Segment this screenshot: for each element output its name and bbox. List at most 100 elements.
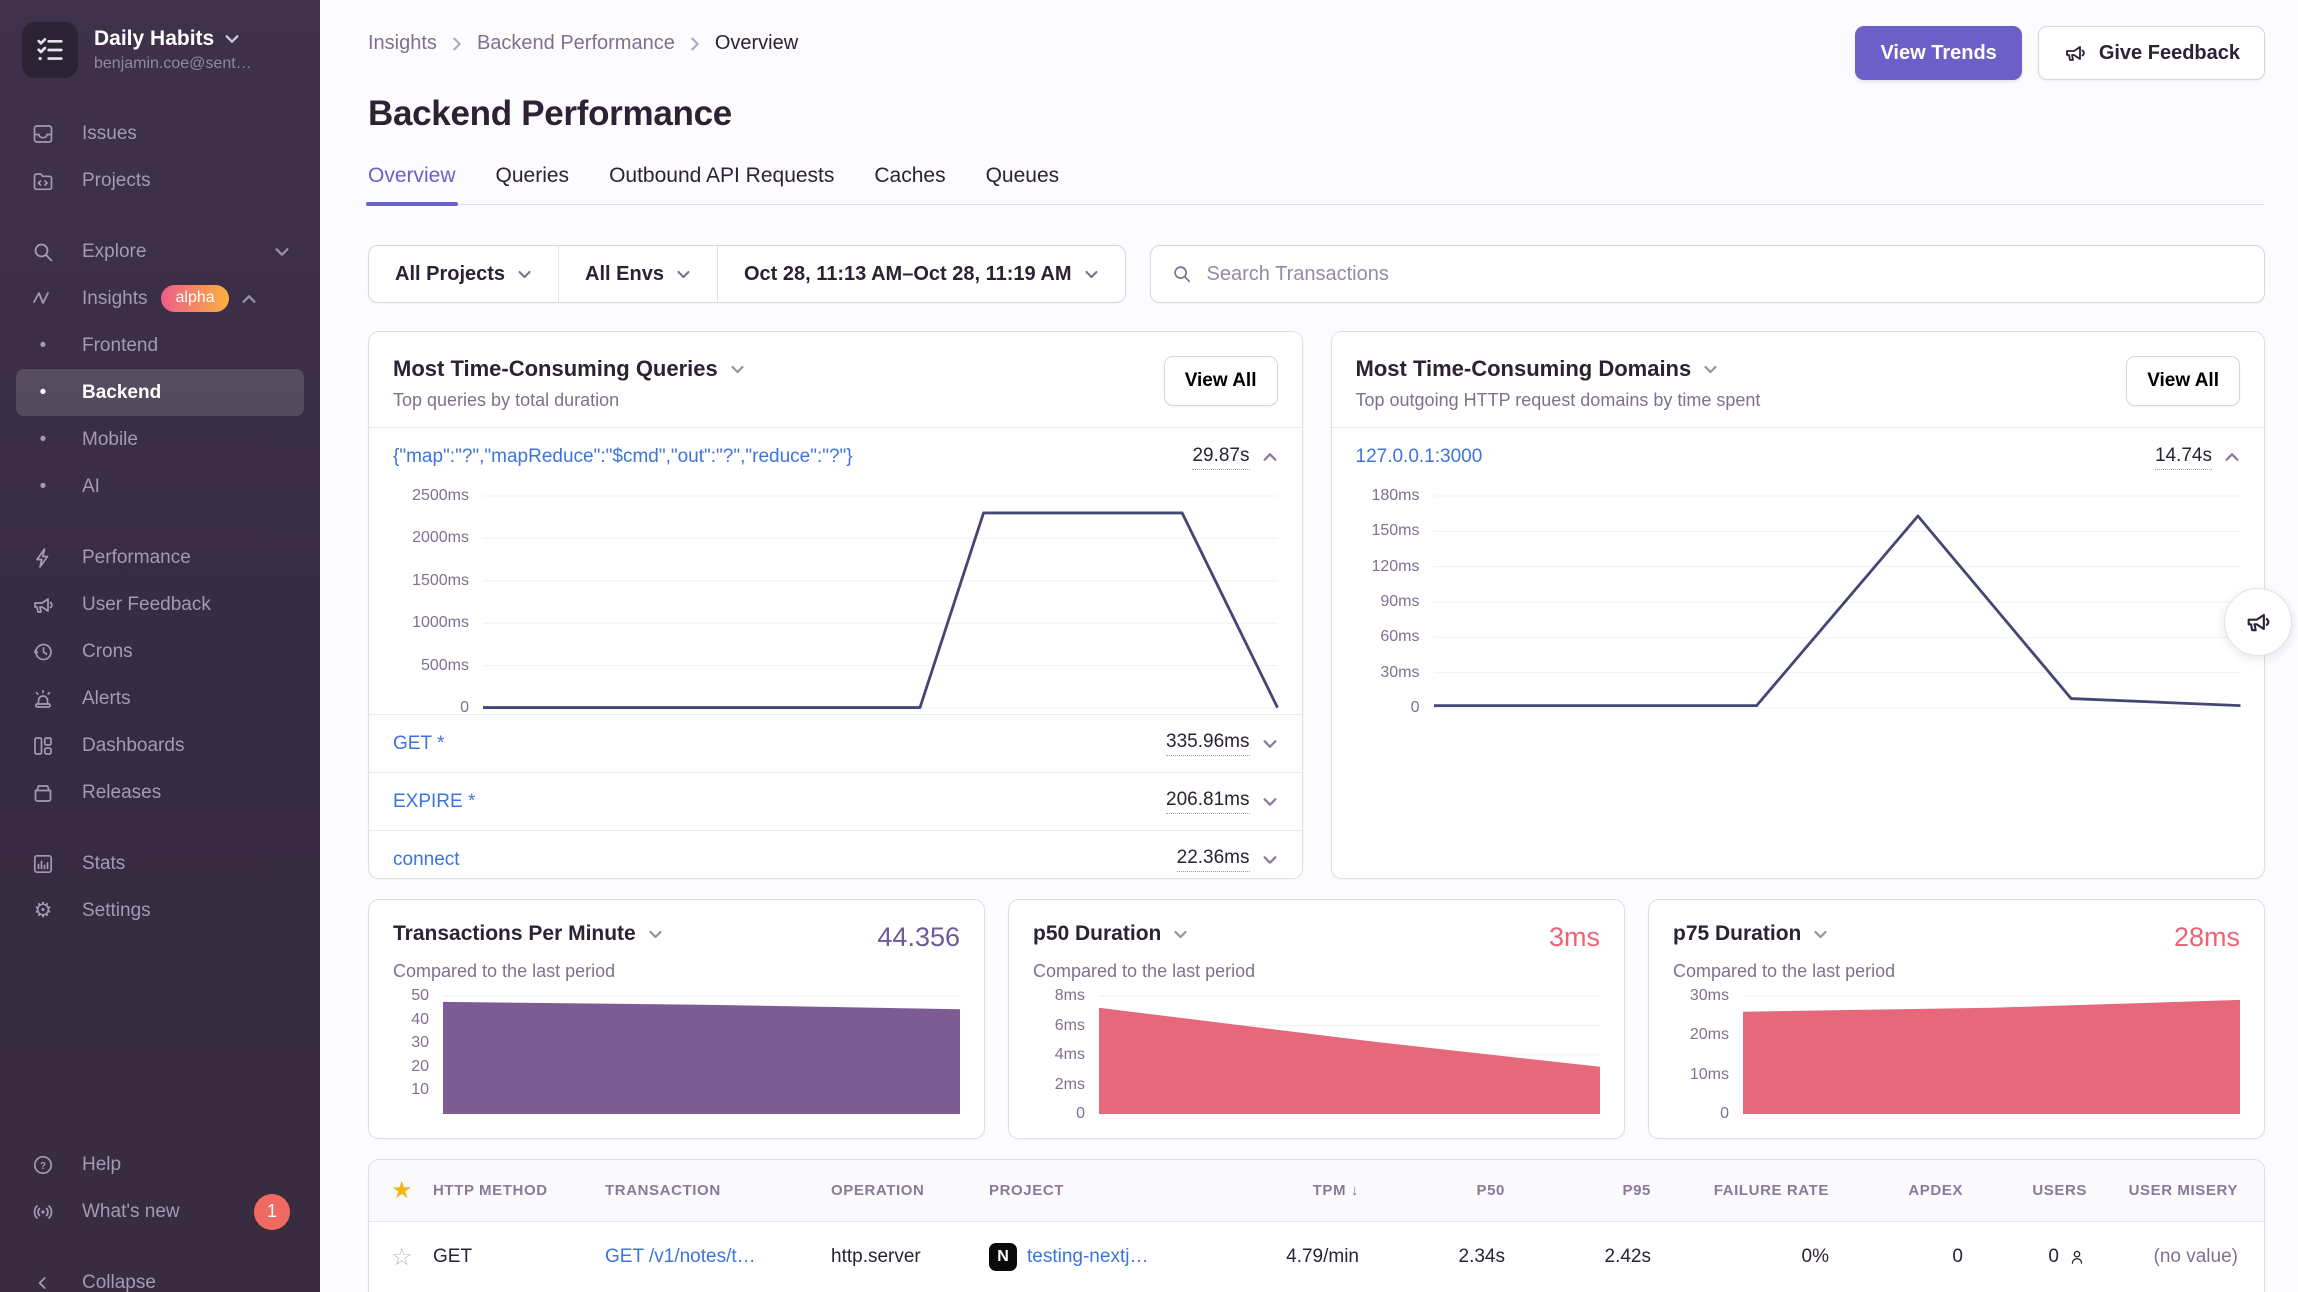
- sidebar-item-whats-new[interactable]: What's new 1: [16, 1188, 304, 1235]
- sidebar-item-label: Dashboards: [82, 735, 184, 757]
- tab-queues[interactable]: Queues: [986, 164, 1060, 204]
- cell-users: 0: [1973, 1246, 2097, 1268]
- org-logo-icon: [22, 22, 78, 78]
- lightning-icon: [30, 546, 56, 570]
- sidebar-item-label: Insights: [82, 288, 147, 310]
- help-icon: ?: [30, 1153, 56, 1177]
- sidebar-item-releases[interactable]: Releases: [16, 769, 304, 816]
- column-header-apdex[interactable]: APDEX: [1839, 1182, 1973, 1199]
- sidebar-item-projects[interactable]: Projects: [16, 157, 304, 204]
- search-icon: [1171, 263, 1193, 285]
- bullet-icon: •: [30, 336, 56, 355]
- org-email: benjamin.coe@sent…: [94, 55, 252, 73]
- breadcrumb-backend-performance[interactable]: Backend Performance: [477, 32, 675, 55]
- tab-caches[interactable]: Caches: [874, 164, 945, 204]
- tab-queries[interactable]: Queries: [496, 164, 570, 204]
- cell-transaction-link[interactable]: GET /v1/notes/t…: [605, 1246, 831, 1268]
- star-column-header-icon[interactable]: ★: [369, 1176, 433, 1205]
- sidebar-item-explore[interactable]: Explore: [16, 228, 304, 275]
- org-switcher[interactable]: Daily Habits benjamin.coe@sent…: [0, 0, 320, 88]
- query-rows: GET * 335.96ms EXPIRE * 206.81ms connect…: [369, 714, 1302, 879]
- search-transactions-input[interactable]: [1207, 263, 2244, 286]
- sidebar-item-user-feedback[interactable]: User Feedback: [16, 581, 304, 628]
- sidebar-item-dashboards[interactable]: Dashboards: [16, 722, 304, 769]
- sidebar-item-label: What's new: [82, 1201, 180, 1223]
- column-header-project[interactable]: PROJECT: [989, 1182, 1219, 1199]
- domain-link[interactable]: 127.0.0.1:3000: [1356, 446, 1483, 468]
- feedback-fab-button[interactable]: [2224, 588, 2292, 656]
- column-header-p95[interactable]: P95: [1515, 1182, 1661, 1199]
- view-all-queries-button[interactable]: View All: [1164, 356, 1278, 406]
- stat-subtitle: Compared to the last period: [1033, 961, 1600, 982]
- sidebar-item-performance[interactable]: Performance: [16, 534, 304, 581]
- sidebar-item-stats[interactable]: Stats: [16, 840, 304, 887]
- query-link[interactable]: connect: [393, 849, 460, 871]
- chevron-up-icon[interactable]: [1262, 449, 1278, 465]
- chevron-down-icon[interactable]: [1813, 927, 1828, 942]
- query-total-time: 22.36ms: [1177, 847, 1250, 872]
- sidebar-item-label: Projects: [82, 170, 151, 192]
- star-toggle-icon[interactable]: ☆: [369, 1243, 433, 1272]
- bar-chart-icon: [30, 852, 56, 876]
- org-meta: Daily Habits benjamin.coe@sent…: [94, 27, 252, 73]
- sidebar: Daily Habits benjamin.coe@sent… Issues P…: [0, 0, 320, 1292]
- column-header-user-misery[interactable]: USER MISERY: [2097, 1182, 2264, 1199]
- sidebar-collapse-button[interactable]: Collapse: [16, 1259, 304, 1292]
- date-range-filter[interactable]: Oct 28, 11:13 AM–Oct 28, 11:19 AM: [717, 246, 1125, 302]
- view-trends-button[interactable]: View Trends: [1855, 26, 2021, 80]
- nav-gap: [16, 1235, 304, 1259]
- column-header-failure-rate[interactable]: FAILURE RATE: [1661, 1182, 1839, 1199]
- chevron-down-icon[interactable]: [648, 927, 663, 942]
- column-header-operation[interactable]: OPERATION: [831, 1182, 989, 1199]
- app-root: Daily Habits benjamin.coe@sent… Issues P…: [0, 0, 2298, 1292]
- sidebar-item-help[interactable]: ? Help: [16, 1141, 304, 1188]
- chevron-up-icon[interactable]: [2224, 449, 2240, 465]
- sidebar-item-ai[interactable]: • AI: [16, 463, 304, 510]
- chevron-down-icon[interactable]: [1262, 736, 1278, 752]
- sidebar-item-label: Alerts: [82, 688, 131, 710]
- sidebar-item-alerts[interactable]: Alerts: [16, 675, 304, 722]
- sidebar-item-insights[interactable]: Insights alpha: [16, 275, 304, 322]
- project-filter[interactable]: All Projects: [369, 246, 558, 302]
- alpha-badge: alpha: [161, 285, 228, 312]
- column-header-transaction[interactable]: TRANSACTION: [605, 1182, 831, 1199]
- tab-overview[interactable]: Overview: [368, 164, 456, 204]
- query-link[interactable]: GET *: [393, 733, 444, 755]
- chevron-down-icon[interactable]: [1262, 852, 1278, 868]
- page-title: Backend Performance: [368, 94, 2265, 134]
- chevron-down-icon[interactable]: [1262, 794, 1278, 810]
- cell-p95: 2.42s: [1515, 1246, 1661, 1268]
- column-header-users[interactable]: USERS: [1973, 1182, 2097, 1199]
- query-total-time: 206.81ms: [1166, 789, 1249, 814]
- broadcast-icon: [30, 1200, 56, 1224]
- issues-icon: [30, 122, 56, 146]
- query-link[interactable]: EXPIRE *: [393, 791, 475, 813]
- insights-icon: [30, 287, 56, 311]
- sidebar-item-mobile[interactable]: • Mobile: [16, 416, 304, 463]
- chevron-down-icon: [274, 244, 290, 260]
- column-header-p50[interactable]: P50: [1369, 1182, 1515, 1199]
- chevron-down-icon[interactable]: [730, 362, 745, 377]
- sidebar-item-issues[interactable]: Issues: [16, 110, 304, 157]
- cell-http-method: GET: [433, 1246, 605, 1268]
- view-all-domains-button[interactable]: View All: [2126, 356, 2240, 406]
- column-header-tpm[interactable]: TPM ↓: [1219, 1182, 1369, 1199]
- project-link[interactable]: testing-nextj…: [1027, 1246, 1148, 1268]
- p50-area-chart: 8ms6ms4ms2ms0: [1033, 996, 1600, 1114]
- chevron-down-icon[interactable]: [1703, 362, 1718, 377]
- siren-icon: [30, 687, 56, 711]
- column-header-http-method[interactable]: HTTP METHOD: [433, 1182, 605, 1199]
- give-feedback-button[interactable]: Give Feedback: [2038, 26, 2265, 80]
- sidebar-item-settings[interactable]: ⚙ Settings: [16, 887, 304, 934]
- users-count: 0: [2048, 1246, 2059, 1268]
- sidebar-item-frontend[interactable]: • Frontend: [16, 322, 304, 369]
- chevron-down-icon[interactable]: [1173, 927, 1188, 942]
- nav-gap: [16, 816, 304, 840]
- tab-outbound-api-requests[interactable]: Outbound API Requests: [609, 164, 834, 204]
- environment-filter[interactable]: All Envs: [558, 246, 717, 302]
- tab-bar: Overview Queries Outbound API Requests C…: [368, 164, 2265, 205]
- breadcrumb-insights[interactable]: Insights: [368, 32, 437, 55]
- query-link[interactable]: {"map":"?","mapReduce":"$cmd","out":"?",…: [393, 446, 853, 468]
- sidebar-item-crons[interactable]: Crons: [16, 628, 304, 675]
- sidebar-item-backend[interactable]: • Backend: [16, 369, 304, 416]
